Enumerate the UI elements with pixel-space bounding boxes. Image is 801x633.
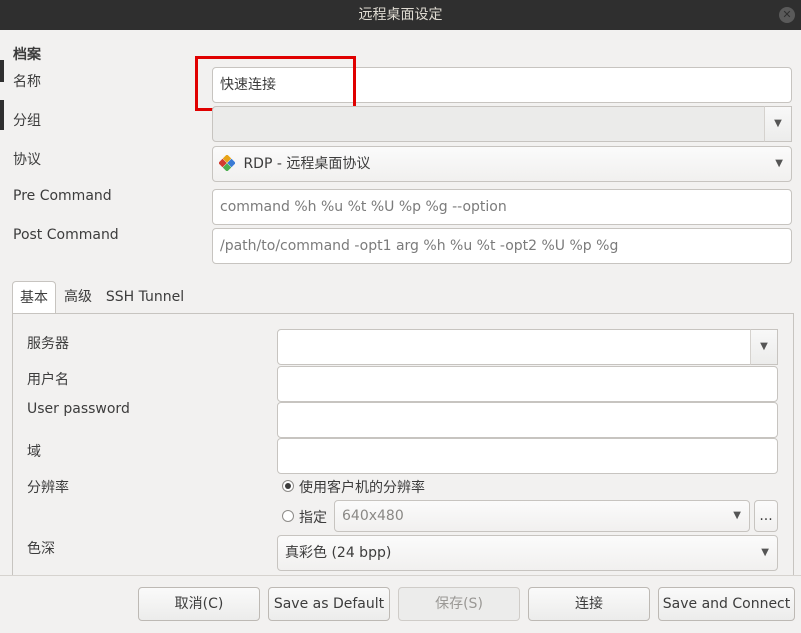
domain-label: 域 <box>27 444 41 460</box>
resolution-more-button[interactable]: ... <box>754 500 778 532</box>
username-label: 用户名 <box>27 372 69 388</box>
connect-button[interactable]: 连接 <box>528 587 650 621</box>
group-label: 分组 <box>13 113 41 129</box>
background-window-edge <box>0 100 4 130</box>
chevron-down-icon: ▼ <box>761 547 769 558</box>
color-depth-select[interactable]: 真彩色 (24 bpp) ▼ <box>277 535 778 571</box>
resolution-custom-radio[interactable] <box>282 510 294 522</box>
rdp-protocol-icon <box>218 154 236 172</box>
close-icon[interactable]: ✕ <box>779 7 795 23</box>
color-depth-value: 真彩色 (24 bpp) <box>285 545 392 561</box>
protocol-select[interactable]: RDP - 远程桌面协议 ▼ <box>212 146 792 182</box>
resolution-custom-select[interactable]: 640x480 ▼ <box>334 500 750 532</box>
resolution-client-radio[interactable] <box>282 480 294 492</box>
pre-command-label: Pre Command <box>13 188 112 204</box>
tab-ssh-tunnel[interactable]: SSH Tunnel <box>100 281 190 313</box>
pre-command-field[interactable]: command %h %u %t %U %p %g --option <box>212 189 792 225</box>
resolution-custom-value: 640x480 <box>342 508 404 524</box>
save-as-default-button[interactable]: Save as Default <box>268 587 390 621</box>
server-combo[interactable] <box>277 329 778 365</box>
save-and-connect-button[interactable]: Save and Connect <box>658 587 795 621</box>
section-label-profile: 档案 <box>13 47 41 63</box>
resolution-client-label[interactable]: 使用客户机的分辨率 <box>299 477 425 497</box>
server-label: 服务器 <box>27 336 69 352</box>
password-label: User password <box>27 401 130 417</box>
tab-advanced[interactable]: 高级 <box>56 281 100 313</box>
cancel-button[interactable]: 取消(C) <box>138 587 260 621</box>
protocol-value: RDP - 远程桌面协议 <box>243 156 371 172</box>
protocol-label: 协议 <box>13 152 41 168</box>
background-window-edge <box>0 60 4 82</box>
post-command-label: Post Command <box>13 227 119 243</box>
domain-field[interactable] <box>277 438 778 474</box>
name-label: 名称 <box>13 74 41 90</box>
save-button[interactable]: 保存(S) <box>398 587 520 621</box>
username-field[interactable] <box>277 366 778 402</box>
resolution-label: 分辨率 <box>27 480 69 496</box>
window-title: 远程桌面设定 <box>358 7 443 23</box>
tab-basic[interactable]: 基本 <box>12 281 56 313</box>
chevron-down-icon: ▼ <box>774 118 782 129</box>
chevron-down-icon: ▼ <box>775 158 783 169</box>
server-dropdown-button[interactable]: ▼ <box>750 329 778 365</box>
group-dropdown-button[interactable]: ▼ <box>764 106 792 142</box>
color-depth-label: 色深 <box>27 541 55 557</box>
chevron-down-icon: ▼ <box>760 341 768 352</box>
post-command-field[interactable]: /path/to/command -opt1 arg %h %u %t -opt… <box>212 228 792 264</box>
resolution-custom-label[interactable]: 指定 <box>299 507 327 527</box>
button-bar-divider <box>0 575 801 576</box>
password-field[interactable] <box>277 402 778 438</box>
title-bar: 远程桌面设定 ✕ <box>0 0 801 30</box>
group-combo[interactable] <box>212 106 792 142</box>
highlight-box <box>195 56 356 111</box>
chevron-down-icon: ▼ <box>733 510 741 521</box>
